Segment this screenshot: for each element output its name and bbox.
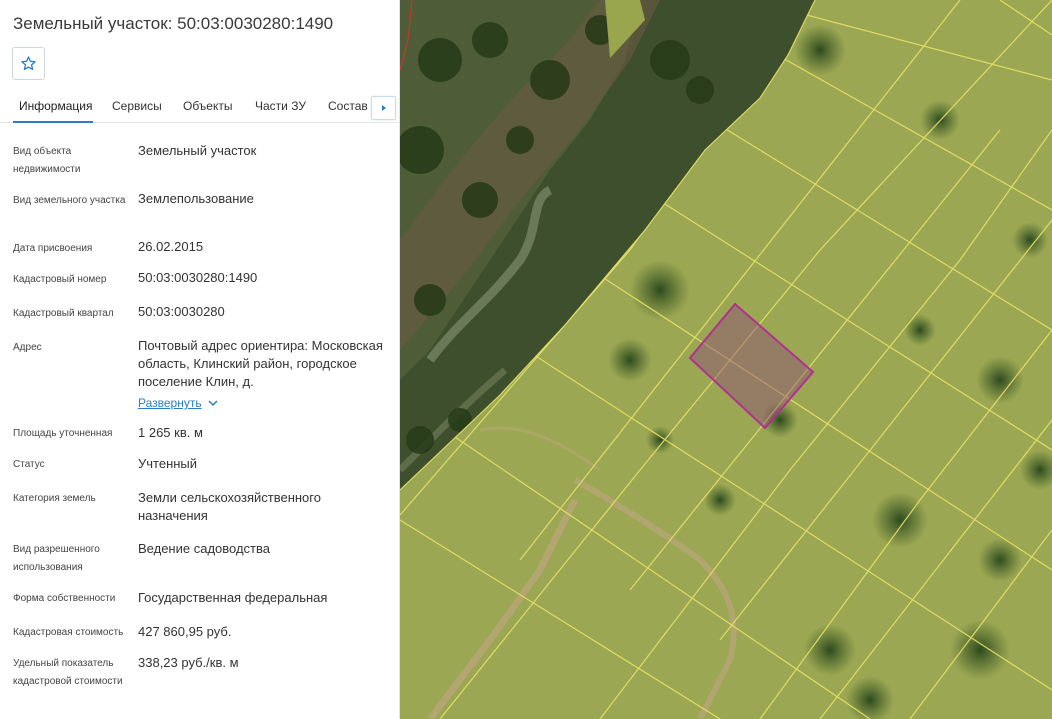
value-cadastral-quarter: 50:03:0030280	[138, 304, 225, 319]
active-tab-indicator	[13, 121, 93, 123]
label-parcel-type: Вид земельного участка	[13, 195, 126, 206]
expand-label: Развернуть	[138, 396, 202, 410]
value-assign-date: 26.02.2015	[138, 239, 204, 254]
label-cadastral-value: Кадастровая стоимость	[13, 627, 124, 638]
value-ownership: Государственная федеральная	[138, 590, 328, 605]
value-cadastral-number: 50:03:0030280:1490	[138, 270, 258, 285]
tab-objects[interactable]: Объекты	[183, 99, 233, 113]
tab-parts[interactable]: Части ЗУ	[255, 99, 306, 113]
value-land-category: Земли сельскохозяйственного назначения	[138, 490, 321, 523]
value-specific-value: 338,23 руб./кв. м	[138, 655, 239, 670]
label-address: Адрес	[13, 342, 42, 353]
chevron-down-icon	[208, 399, 218, 406]
label-ownership: Форма собственности	[13, 593, 116, 604]
value-object-type: Земельный участок	[138, 143, 257, 158]
label-status: Статус	[13, 459, 45, 470]
label-permitted-use: Вид разрешенного использования	[13, 544, 100, 573]
value-area: 1 265 кв. м	[138, 425, 203, 440]
label-assign-date: Дата присвоения	[13, 243, 93, 254]
star-outline-icon	[21, 56, 36, 71]
favorite-button[interactable]	[12, 47, 45, 80]
value-permitted-use: Ведение садоводства	[138, 541, 270, 556]
info-panel: Земельный участок: 50:03:0030280:1490 Ин…	[0, 0, 400, 719]
tab-services[interactable]: Сервисы	[112, 99, 162, 113]
label-cadastral-number: Кадастровый номер	[13, 274, 107, 285]
tab-bar: Информация Сервисы Объекты Части ЗУ Сост…	[0, 90, 399, 123]
expand-address-link[interactable]: Развернуть	[138, 396, 218, 410]
satellite-map[interactable]	[400, 0, 1052, 719]
label-cadastral-quarter: Кадастровый квартал	[13, 308, 114, 319]
tab-composition[interactable]: Состав ЕЗП	[328, 99, 370, 113]
value-cadastral-value: 427 860,95 руб.	[138, 624, 232, 639]
value-parcel-type: Землепользование	[138, 191, 254, 206]
tabs-scroll-right-button[interactable]	[371, 96, 396, 120]
value-address: Почтовый адрес ориентира: Московская обл…	[138, 338, 383, 389]
label-object-type: Вид объекта недвижимости	[13, 146, 81, 175]
label-specific-value: Удельный показатель кадастровой стоимост…	[13, 658, 123, 687]
page-title: Земельный участок: 50:03:0030280:1490	[13, 14, 334, 33]
tab-info[interactable]: Информация	[19, 99, 92, 113]
caret-right-icon	[381, 105, 386, 111]
value-status: Учтенный	[138, 456, 198, 471]
label-land-category: Категория земель	[13, 493, 96, 504]
map-canvas[interactable]	[400, 0, 1052, 719]
label-area: Площадь уточненная	[13, 428, 113, 439]
